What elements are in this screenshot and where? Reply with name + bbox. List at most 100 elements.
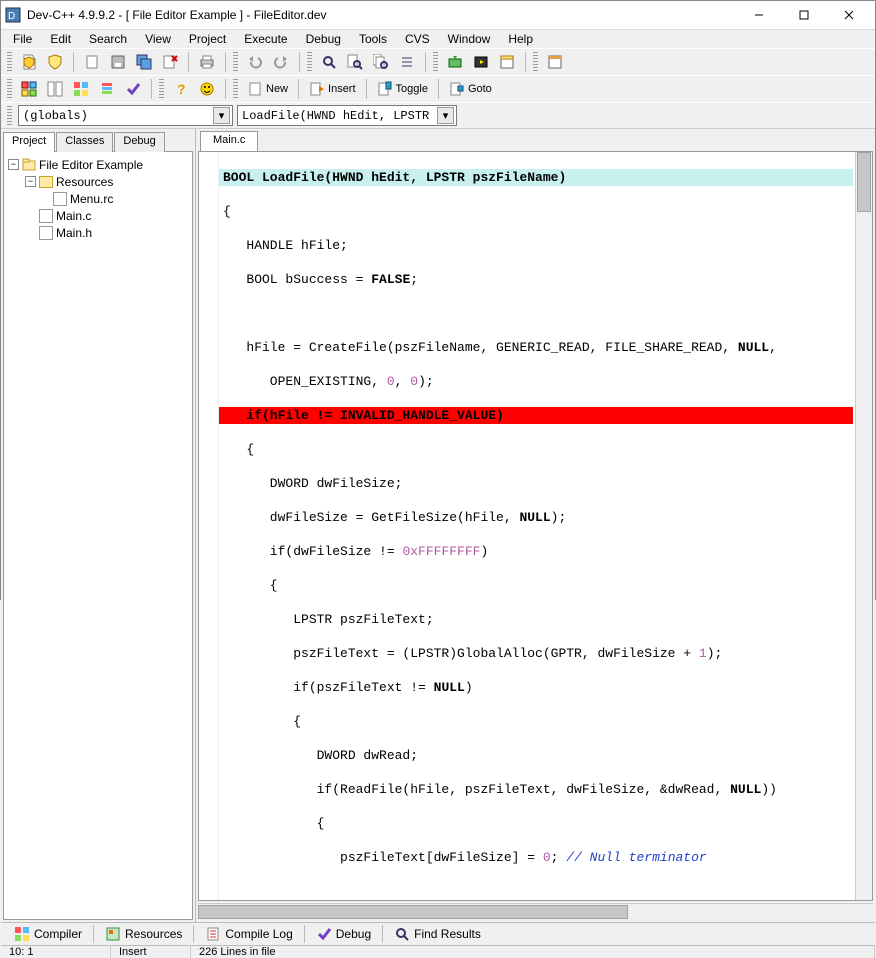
code-line: pszFileText[dwFileSize] = 0; // Null ter…: [219, 849, 853, 866]
bottom-tab-compile-log[interactable]: Compile Log: [198, 923, 299, 945]
print-button[interactable]: [196, 51, 218, 73]
magnifier-files-icon: [373, 54, 389, 70]
app-icon: D: [5, 7, 21, 23]
redo-button[interactable]: [270, 51, 292, 73]
window-cascade-button[interactable]: [44, 78, 66, 100]
toolbar-grip[interactable]: [233, 79, 238, 99]
project-tree[interactable]: − File Editor Example − Resources Menu.r…: [3, 151, 193, 920]
question-icon: ?: [173, 81, 189, 97]
tree-folder-resources[interactable]: − Resources: [8, 173, 188, 190]
bottom-tab-resources[interactable]: Resources: [98, 923, 189, 945]
about-button[interactable]: [196, 78, 218, 100]
menu-debug[interactable]: Debug: [298, 30, 349, 48]
code-line: LPSTR pszFileText;: [219, 611, 853, 628]
maximize-button[interactable]: [781, 1, 826, 29]
toggle-label: Toggle: [396, 83, 428, 95]
find-next-button[interactable]: [370, 51, 392, 73]
collapse-icon[interactable]: −: [25, 176, 36, 187]
tree-folder-label: Resources: [56, 175, 113, 189]
tree-file-main-c[interactable]: Main.c: [8, 207, 188, 224]
workarea: Project Classes Debug − File Editor Exam…: [1, 128, 875, 922]
menu-window[interactable]: Window: [440, 30, 499, 48]
replace-button[interactable]: [344, 51, 366, 73]
toolbar-grip[interactable]: [7, 106, 12, 126]
save-button[interactable]: [107, 51, 129, 73]
code-line: BOOL bSuccess = FALSE;: [219, 271, 853, 288]
function-combo-input[interactable]: [237, 105, 457, 126]
menu-tools[interactable]: Tools: [351, 30, 395, 48]
tree-root[interactable]: − File Editor Example: [8, 156, 188, 173]
code-editor[interactable]: BOOL LoadFile(HWND hEdit, LPSTR pszFileN…: [198, 151, 873, 901]
tab-project[interactable]: Project: [3, 132, 55, 152]
menu-help[interactable]: Help: [500, 30, 541, 48]
compile-run-button[interactable]: [496, 51, 518, 73]
toolbar-grip[interactable]: [233, 52, 238, 72]
minimize-button[interactable]: [736, 1, 781, 29]
toolbar-grip[interactable]: [307, 52, 312, 72]
tree-file-label: Main.h: [56, 226, 92, 240]
bottom-tab-compiler[interactable]: Compiler: [7, 923, 89, 945]
goto-line-button[interactable]: [396, 51, 418, 73]
horizontal-scrollbar[interactable]: [198, 903, 873, 920]
new-source-button[interactable]: [18, 51, 40, 73]
window-tile-button[interactable]: [18, 78, 40, 100]
close-button[interactable]: [826, 1, 871, 29]
toolbar-grip[interactable]: [7, 79, 12, 99]
compile-button[interactable]: [444, 51, 466, 73]
menu-view[interactable]: View: [137, 30, 179, 48]
tree-file-menu-rc[interactable]: Menu.rc: [8, 190, 188, 207]
menu-edit[interactable]: Edit: [42, 30, 79, 48]
tile-h-icon: [73, 81, 89, 97]
toolbar-grip[interactable]: [159, 79, 164, 99]
collapse-icon[interactable]: −: [8, 159, 19, 170]
bottom-tab-debug[interactable]: Debug: [309, 923, 378, 945]
goto-button[interactable]: Goto: [446, 78, 495, 100]
save-all-button[interactable]: [133, 51, 155, 73]
new-project-button[interactable]: [44, 51, 66, 73]
menu-cvs[interactable]: CVS: [397, 30, 438, 48]
undo-button[interactable]: [244, 51, 266, 73]
code-line-breakpoint: if(hFile != INVALID_HANDLE_VALUE): [219, 407, 853, 424]
function-combo[interactable]: [237, 105, 457, 126]
close-file-button[interactable]: [159, 51, 181, 73]
code-line: {: [219, 713, 853, 730]
printer-icon: [199, 54, 215, 70]
tree-file-main-h[interactable]: Main.h: [8, 224, 188, 241]
code-area[interactable]: BOOL LoadFile(HWND hEdit, LPSTR pszFileN…: [219, 152, 855, 900]
tab-debug[interactable]: Debug: [114, 132, 164, 152]
check-button[interactable]: [122, 78, 144, 100]
scrollbar-thumb[interactable]: [198, 905, 628, 919]
toggle-button[interactable]: Toggle: [374, 78, 431, 100]
insert-button[interactable]: Insert: [306, 78, 359, 100]
statusbar: 10: 1 Insert 226 Lines in file: [1, 945, 875, 958]
tile-icon: [21, 81, 37, 97]
scrollbar-thumb[interactable]: [857, 152, 871, 212]
resources-icon: [105, 926, 121, 942]
window-tile-h-button[interactable]: [70, 78, 92, 100]
toolbar-grip[interactable]: [433, 52, 438, 72]
debug-button[interactable]: [544, 51, 566, 73]
bottom-tab-find-results[interactable]: Find Results: [387, 923, 488, 945]
vertical-scrollbar[interactable]: [855, 152, 872, 900]
redo-icon: [273, 54, 289, 70]
menu-search[interactable]: Search: [81, 30, 135, 48]
toolbar-grip[interactable]: [533, 52, 538, 72]
find-button[interactable]: [318, 51, 340, 73]
window-list-button[interactable]: [96, 78, 118, 100]
window-title: Dev-C++ 4.9.9.2 - [ File Editor Example …: [27, 8, 736, 22]
toolbar-grip[interactable]: [7, 52, 12, 72]
scope-combo-input[interactable]: [18, 105, 233, 126]
menu-project[interactable]: Project: [181, 30, 234, 48]
menu-execute[interactable]: Execute: [236, 30, 295, 48]
scope-combo[interactable]: [18, 105, 233, 126]
tab-classes[interactable]: Classes: [56, 132, 113, 152]
help-button[interactable]: ?: [170, 78, 192, 100]
run-button[interactable]: [470, 51, 492, 73]
new-button[interactable]: New: [244, 78, 291, 100]
editor-tab-main-c[interactable]: Main.c: [200, 131, 258, 151]
status-cursor-pos: 10: 1: [1, 946, 111, 958]
code-line: {: [219, 577, 853, 594]
remove-file-button[interactable]: [81, 51, 103, 73]
menu-file[interactable]: File: [5, 30, 40, 48]
status-insert-mode: Insert: [111, 946, 191, 958]
